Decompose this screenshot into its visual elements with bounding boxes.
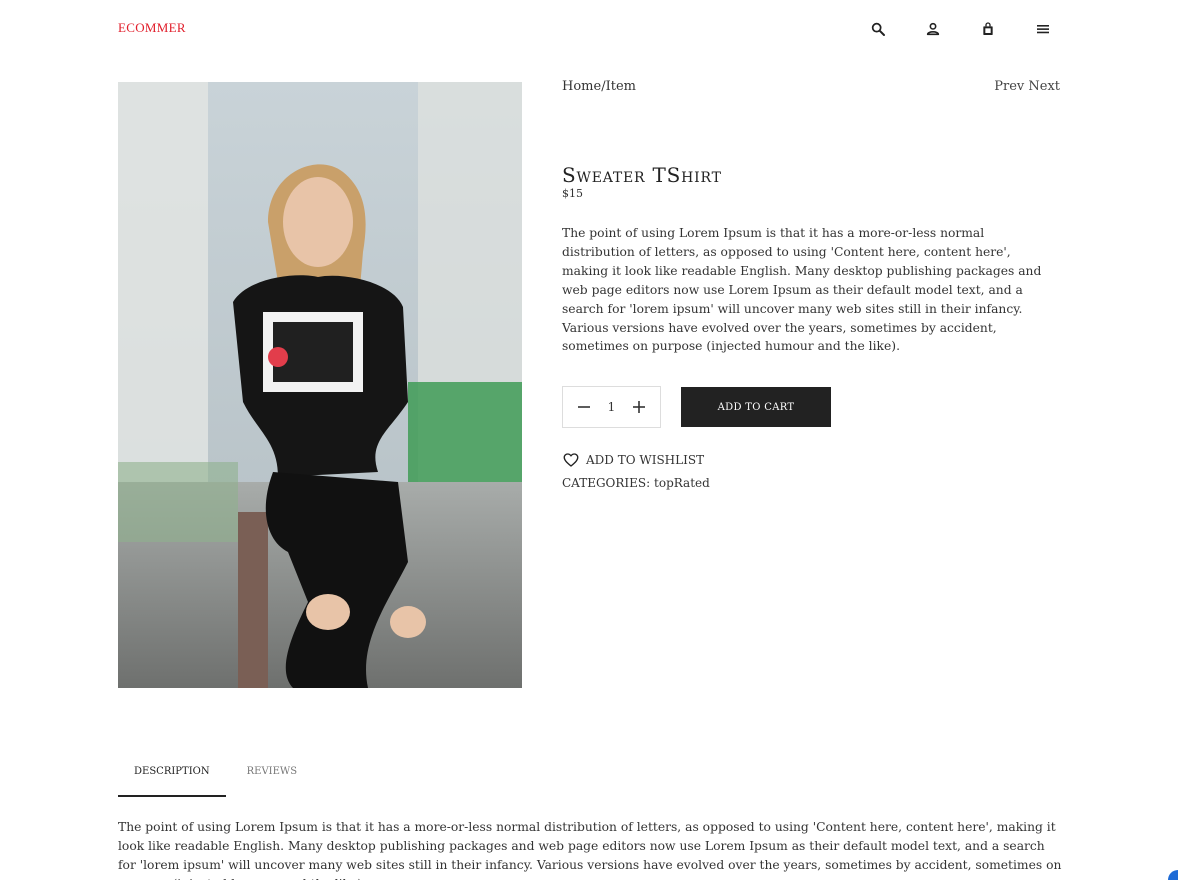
minus-icon[interactable] [573,396,595,418]
next-link[interactable]: Next [1028,79,1060,94]
categories-label: CATEGORIES: [562,476,651,490]
quantity-value[interactable]: 1 [602,400,622,414]
category-link[interactable]: topRated [654,476,710,490]
product-pager: Prev Next [994,79,1060,94]
user-icon[interactable] [922,18,944,40]
add-to-cart-button[interactable]: ADD TO CART [681,387,831,427]
search-icon[interactable] [867,18,889,40]
product-categories: CATEGORIES: topRated [562,476,710,490]
product-price: $15 [562,187,583,200]
tab-description-content: The point of using Lorem Ipsum is that i… [118,820,1062,880]
corner-widget[interactable] [1168,870,1178,880]
breadcrumb-home[interactable]: Home [562,79,601,94]
bag-icon[interactable] [977,18,999,40]
plus-icon[interactable] [628,396,650,418]
heart-icon [563,453,579,467]
wishlist-label: ADD TO WISHLIST [586,453,705,467]
product-image [118,82,522,688]
product-title: Sweater TShirt [562,163,722,187]
product-description: The point of using Lorem Ipsum is that i… [562,226,1042,354]
tab-reviews[interactable]: REVIEWS [231,760,313,797]
tab-description[interactable]: DESCRIPTION [118,760,226,797]
breadcrumb-current[interactable]: Item [606,79,636,94]
prev-link[interactable]: Prev [994,79,1024,94]
breadcrumb: Home/Item [562,79,636,94]
product-tabs: DESCRIPTION REVIEWS [118,760,313,797]
site-logo[interactable]: ECOMMER [118,20,186,36]
add-to-wishlist-button[interactable]: ADD TO WISHLIST [562,451,704,469]
quantity-stepper: 1 [562,386,661,428]
menu-icon[interactable] [1032,18,1054,40]
